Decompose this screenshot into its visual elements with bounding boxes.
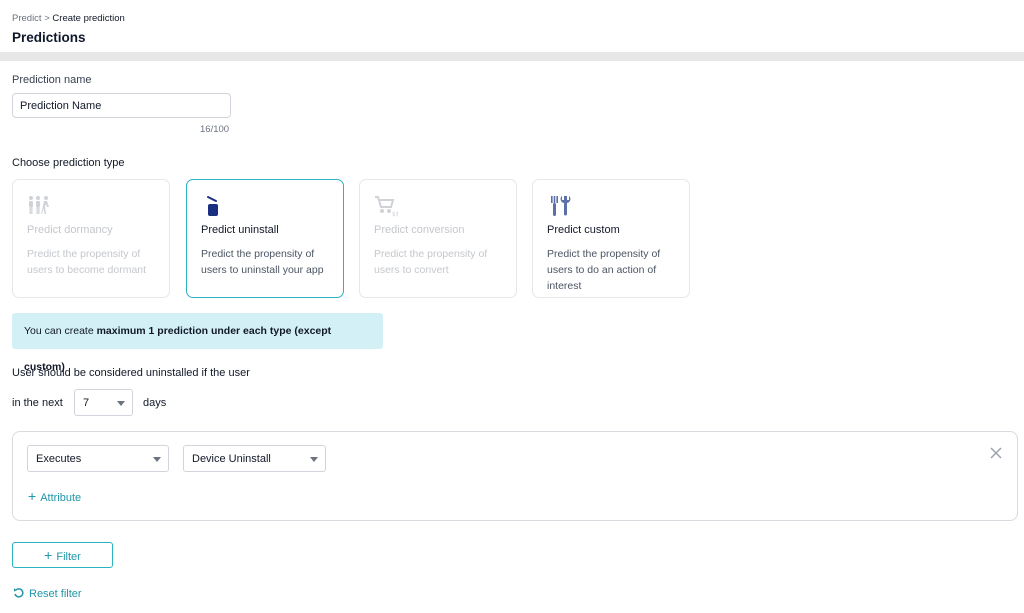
prediction-type-label: Choose prediction type (12, 157, 125, 169)
card-description: Predict the propensity of users to do an… (547, 248, 661, 292)
days-select[interactable]: 7 (74, 389, 133, 416)
breadcrumb-parent[interactable]: Predict (12, 13, 42, 24)
card-description: Predict the propensity of users to conve… (374, 248, 488, 276)
plus-icon: + (28, 488, 37, 504)
info-text: You can create (24, 325, 97, 337)
page-title: Predictions (12, 30, 86, 45)
add-attribute-label: Attribute (40, 492, 82, 504)
reset-icon (13, 587, 25, 602)
prediction-name-input[interactable] (12, 93, 231, 118)
card-description: Predict the propensity of users to becom… (27, 248, 147, 276)
type-card-uninstall[interactable]: Predict uninstall Predict the propensity… (186, 179, 344, 298)
card-description: Predict the propensity of users to unins… (201, 248, 324, 276)
action-select[interactable]: Executes (27, 445, 169, 472)
days-label: days (143, 397, 167, 409)
action-select-value: Executes (36, 453, 82, 465)
event-select-value: Device Uninstall (192, 453, 271, 465)
card-title: Predict custom (547, 224, 620, 236)
tools-icon (547, 194, 571, 218)
add-filter-label: Filter (56, 551, 81, 563)
reset-filter-button[interactable]: Reset filter (13, 587, 82, 602)
filter-condition-box: Executes Device Uninstall + Attribute (12, 431, 1018, 521)
main-content: Prediction name 16/100 Choose prediction… (0, 61, 1024, 613)
uninstall-condition-label: User should be considered uninstalled if… (12, 367, 250, 379)
chevron-down-icon (310, 457, 318, 462)
breadcrumb: Predict > Create prediction (12, 13, 125, 24)
reset-filter-label: Reset filter (29, 588, 82, 600)
add-attribute-button[interactable]: + Attribute (28, 488, 81, 504)
page-header: Predict > Create prediction Predictions (0, 0, 1024, 53)
card-title: Predict uninstall (201, 224, 279, 236)
breadcrumb-current: Create prediction (52, 13, 125, 24)
header-divider (0, 52, 1024, 61)
type-card-dormancy: Predict dormancy Predict the propensity … (12, 179, 170, 298)
prediction-name-label: Prediction name (12, 74, 92, 86)
card-title: Predict conversion (374, 224, 465, 236)
days-select-value: 7 (83, 397, 90, 409)
svg-text:$$: $$ (392, 211, 398, 218)
chevron-down-icon (153, 457, 161, 462)
people-icon (27, 194, 51, 218)
breadcrumb-separator: > (44, 13, 50, 24)
plus-icon: + (44, 547, 53, 563)
add-filter-button[interactable]: + Filter (12, 542, 113, 568)
type-card-custom[interactable]: Predict custom Predict the propensity of… (532, 179, 690, 298)
in-next-label: in the next (12, 397, 63, 409)
close-icon[interactable] (989, 446, 1003, 460)
name-char-counter: 16/100 (200, 124, 230, 135)
cart-icon: $$ (374, 194, 400, 218)
type-card-conversion: $$ Predict conversion Predict the propen… (359, 179, 517, 298)
uninstall-icon (201, 194, 225, 218)
info-banner: You can create maximum 1 prediction unde… (12, 313, 383, 373)
chevron-down-icon (117, 401, 125, 406)
card-title: Predict dormancy (27, 224, 113, 236)
event-select[interactable]: Device Uninstall (183, 445, 326, 472)
